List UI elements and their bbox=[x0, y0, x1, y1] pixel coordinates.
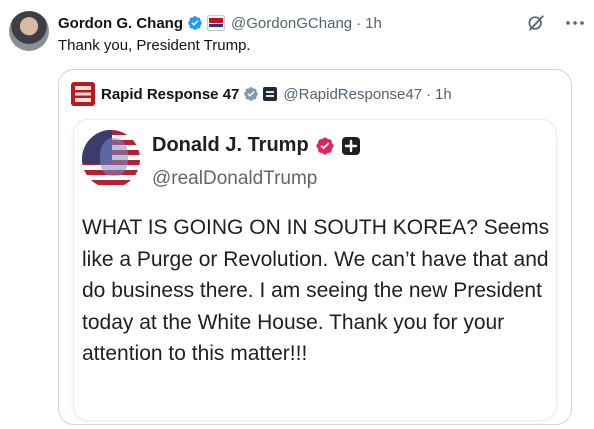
tweet-time[interactable]: 1h bbox=[365, 15, 382, 32]
grok-icon[interactable] bbox=[526, 13, 546, 33]
tweet-text: Thank you, President Trump. bbox=[58, 37, 251, 54]
tweet[interactable]: Gordon G. Chang @GordonGChang · 1h Thank… bbox=[0, 0, 594, 429]
affiliate-flag-icon[interactable] bbox=[207, 15, 225, 31]
truth-social-card: Donald J. Trump @realDonaldTrump WHAT IS… bbox=[74, 120, 556, 420]
author-avatar[interactable] bbox=[9, 11, 49, 51]
verified-badge-icon bbox=[188, 16, 202, 30]
truth-author-name-text: Donald J. Trump bbox=[152, 134, 309, 156]
gray-verified-badge-icon bbox=[244, 87, 259, 101]
separator-dot: · bbox=[356, 14, 362, 32]
tweet-header: Gordon G. Chang @GordonGChang · 1h bbox=[58, 12, 382, 34]
plus-badge-icon bbox=[341, 136, 360, 155]
quote-time[interactable]: 1h bbox=[435, 86, 452, 103]
rapid-response-avatar[interactable] bbox=[71, 82, 95, 106]
quoted-tweet[interactable]: Rapid Response 47 @RapidResponse47 · 1h … bbox=[58, 69, 572, 425]
quote-separator-dot: · bbox=[426, 85, 432, 103]
quote-author-handle[interactable]: @RapidResponse47 bbox=[283, 86, 422, 103]
author-name[interactable]: Gordon G. Chang bbox=[58, 15, 183, 32]
trump-avatar bbox=[82, 130, 140, 188]
author-handle[interactable]: @GordonGChang bbox=[231, 15, 352, 32]
government-badge-icon bbox=[263, 87, 278, 101]
truth-author-handle: @realDonaldTrump bbox=[152, 168, 318, 189]
truth-post-text: WHAT IS GOING ON IN SOUTH KOREA? Seems l… bbox=[82, 216, 550, 365]
more-icon[interactable] bbox=[566, 21, 584, 25]
truth-author-name: Donald J. Trump bbox=[152, 134, 361, 157]
quote-author-name[interactable]: Rapid Response 47 bbox=[101, 86, 239, 103]
truth-verified-badge-icon bbox=[316, 136, 334, 155]
quote-header: Rapid Response 47 @RapidResponse47 · 1h bbox=[71, 82, 452, 106]
